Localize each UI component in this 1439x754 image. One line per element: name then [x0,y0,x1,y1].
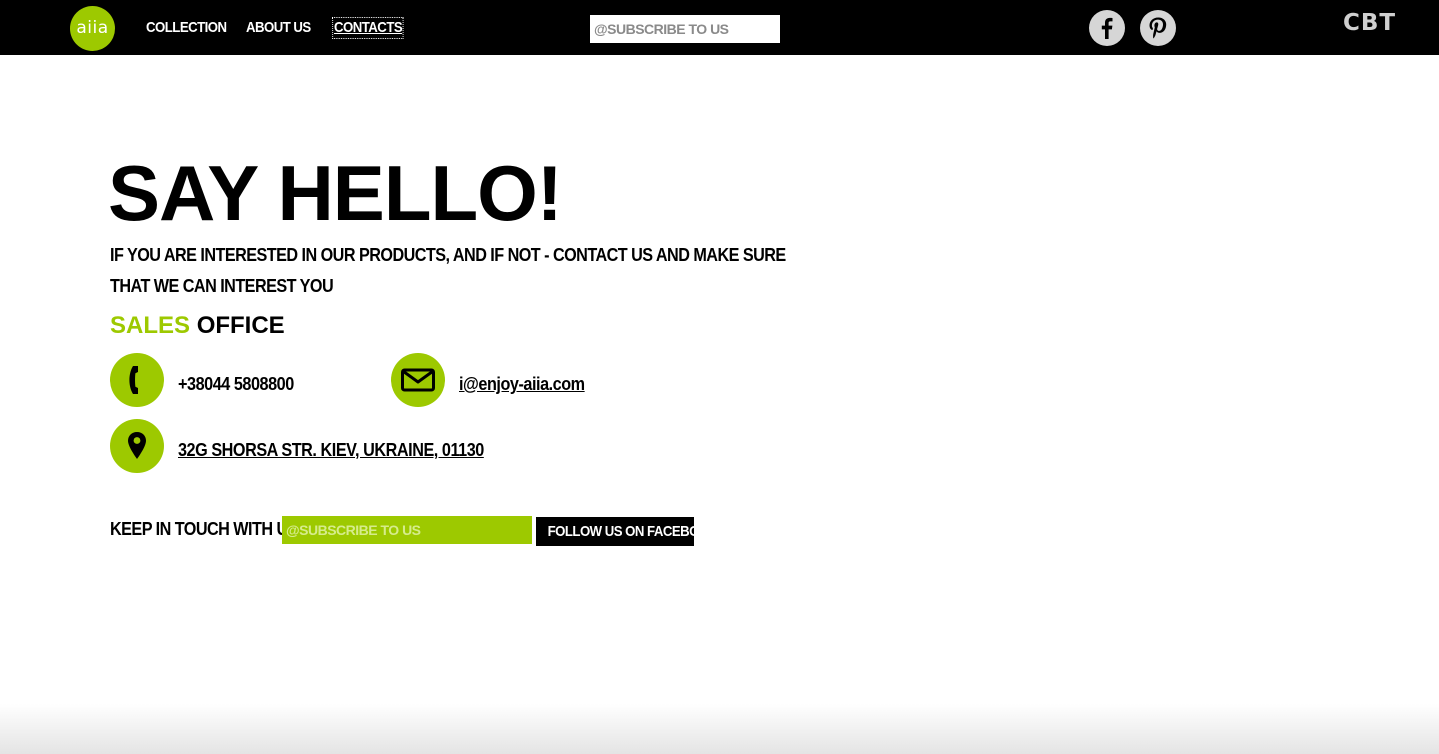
aiia-logo[interactable]: aiia [70,6,115,51]
pinterest-link[interactable] [1140,10,1176,46]
phone-icon [129,366,138,394]
sales-office-heading-accent: SALES [110,312,191,339]
facebook-icon [1101,17,1113,39]
address-link[interactable]: 32G SHORSA STR. KIEV, UKRAINE, 01130 [178,439,484,461]
header-subscribe-input[interactable] [590,15,780,43]
keep-in-touch-label: KEEP IN TOUCH WITH US [110,519,298,539]
map-pin-icon [128,432,146,459]
footer-subscribe-input[interactable] [282,516,532,544]
envelope-icon [401,368,435,392]
email-link[interactable]: i@enjoy-aiia.com [459,373,585,395]
nav-link-collection[interactable]: COLLECTION [146,19,227,37]
location-badge [110,419,164,473]
phone-number: +38044 5808800 [178,374,294,394]
pinterest-icon [1149,17,1167,39]
page-title: SAY HELLO! [108,149,563,237]
facebook-link[interactable] [1089,10,1125,46]
bottom-shadow [0,704,1439,754]
nav-link-about-us[interactable]: ABOUT US [246,19,311,37]
language-switch[interactable]: CBT [1343,10,1396,36]
follow-on-facebook-button[interactable]: FOLLOW US ON FACEBOOK [536,517,718,546]
top-navigation-bar: aiia COLLECTION ABOUT US CONTACTS CBT [0,0,1439,55]
intro-text: IF YOU ARE INTERESTED IN OUR PRODUCTS, A… [110,245,786,296]
nav-link-contacts[interactable]: CONTACTS [332,17,404,39]
follow-on-facebook-label: FOLLOW US ON FACEBOOK [547,523,719,540]
sales-office-heading-rest: OFFICE [196,312,285,339]
email-badge [391,353,445,407]
phone-badge [110,353,164,407]
sales-office-heading: SALES OFFICE [110,311,285,341]
